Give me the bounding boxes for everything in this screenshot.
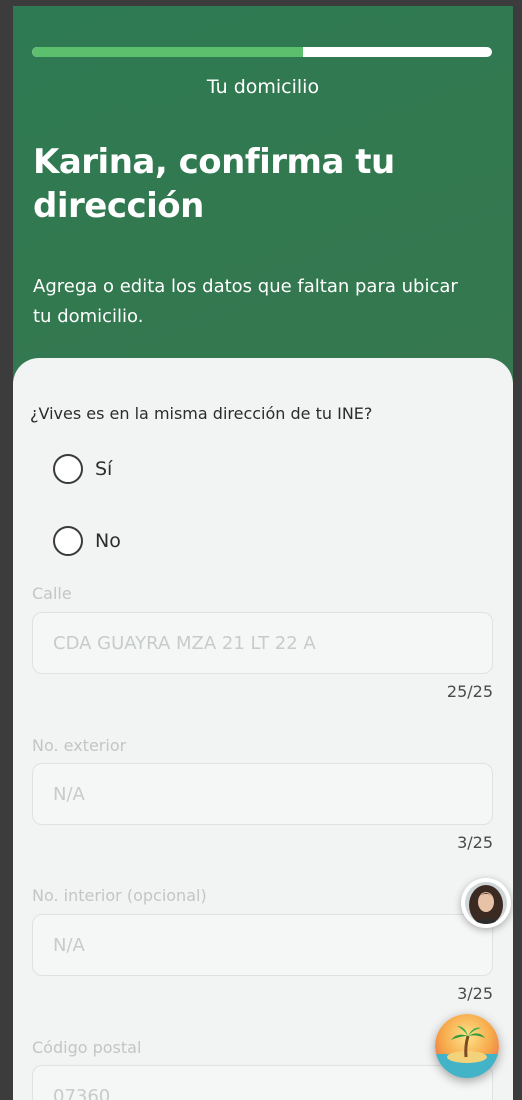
street-field[interactable]: CDA GUAYRA MZA 21 LT 22 A bbox=[32, 612, 493, 674]
radio-label-no: No bbox=[95, 530, 121, 552]
exterior-number-label: No. exterior bbox=[32, 736, 127, 755]
exterior-number-field[interactable]: N/A bbox=[32, 763, 493, 825]
street-label: Calle bbox=[32, 584, 72, 603]
page-subtitle: Agrega o edita los datos que faltan para… bbox=[33, 276, 458, 327]
assistant-avatar-button[interactable] bbox=[461, 878, 511, 928]
phone-screen: Tu domicilio Karina, confirma tu direcci… bbox=[13, 6, 513, 1100]
radio-label-si: Sí bbox=[95, 458, 113, 480]
interior-number-label: No. interior (opcional) bbox=[32, 886, 207, 905]
address-form-card: ¿Vives es en la misma dirección de tu IN… bbox=[13, 358, 513, 1100]
interior-number-char-counter: 3/25 bbox=[457, 984, 493, 1003]
exterior-number-char-counter: 3/25 bbox=[457, 833, 493, 852]
radio-option-no[interactable]: No bbox=[53, 526, 121, 556]
postal-code-field[interactable]: 07360 bbox=[32, 1065, 493, 1100]
step-title: Tu domicilio bbox=[206, 76, 320, 98]
street-char-counter: 25/25 bbox=[446, 682, 493, 701]
progress-bar bbox=[32, 47, 492, 57]
radio-button-no[interactable] bbox=[53, 526, 83, 556]
page-title: Karina, confirma tu dirección bbox=[33, 142, 395, 226]
postal-code-label: Código postal bbox=[32, 1038, 142, 1057]
radio-option-si[interactable]: Sí bbox=[53, 454, 112, 484]
same-address-question: ¿Vives es en la misma dirección de tu IN… bbox=[30, 404, 373, 423]
island-button[interactable] bbox=[435, 1014, 499, 1078]
island-palm-icon bbox=[435, 1014, 499, 1078]
progress-bar-fill bbox=[32, 47, 304, 57]
interior-number-field[interactable]: N/A bbox=[32, 914, 493, 976]
assistant-avatar-icon bbox=[465, 882, 507, 924]
radio-button-si[interactable] bbox=[53, 454, 83, 484]
